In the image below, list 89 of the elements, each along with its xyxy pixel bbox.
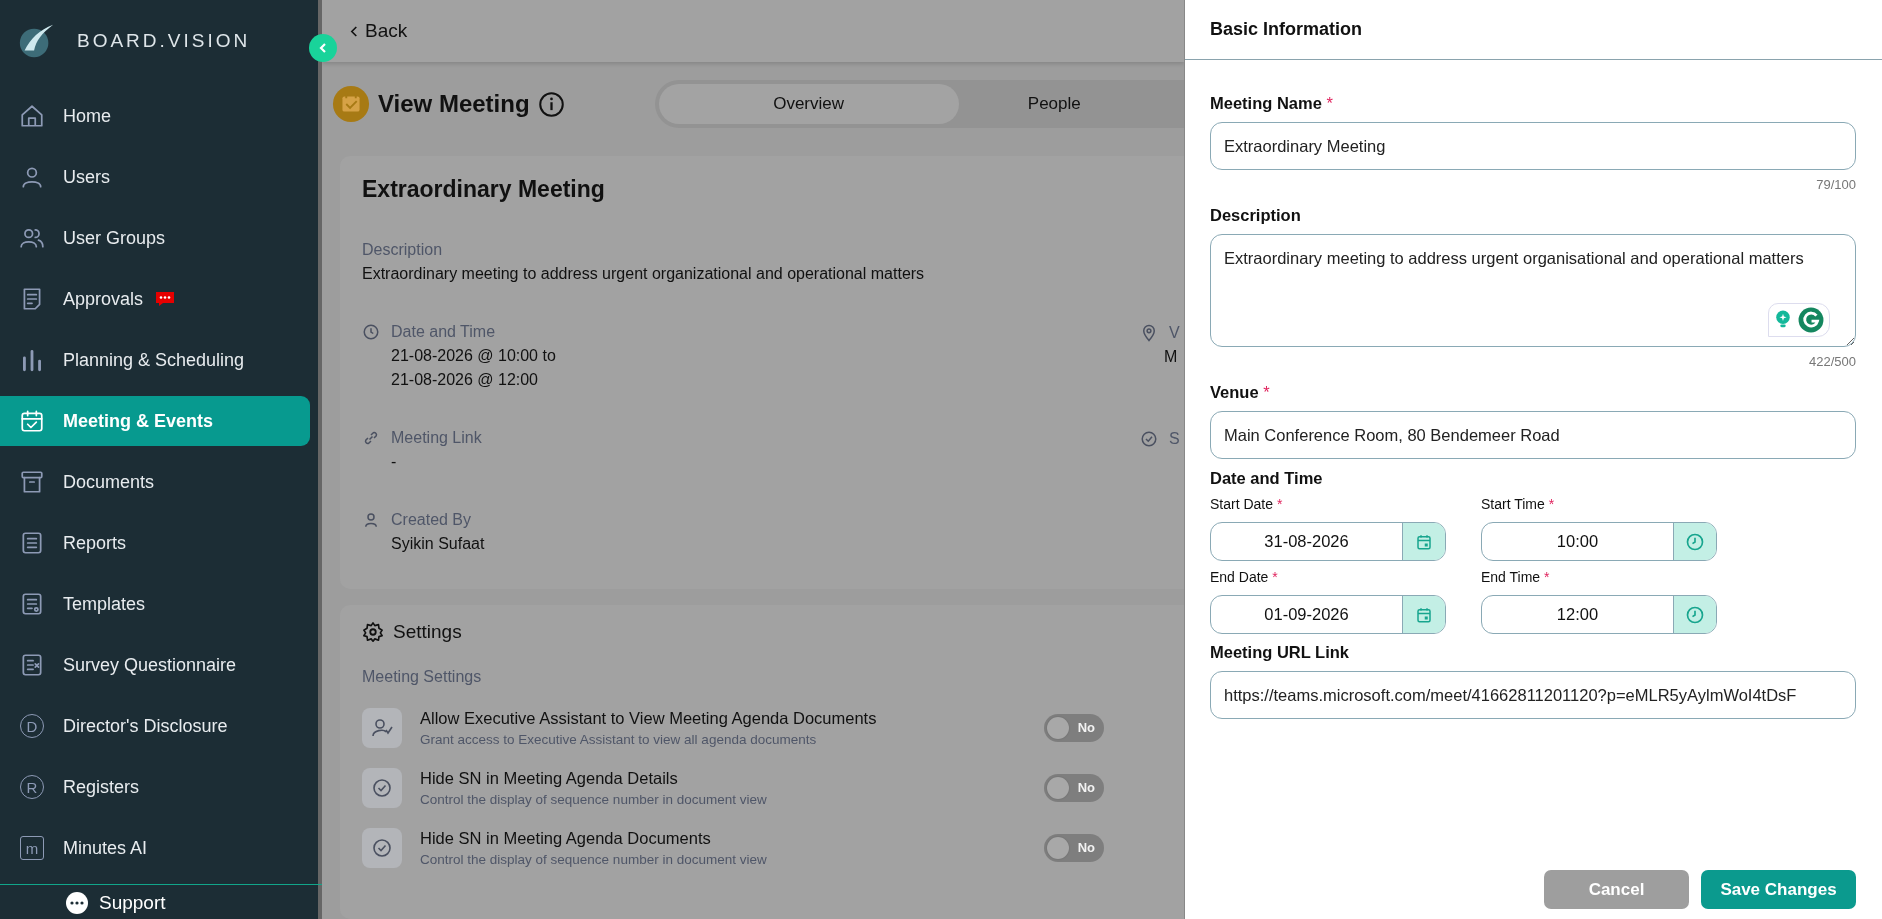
date-time-text: 21-08-2026 @ 10:00 to [390, 347, 557, 365]
panel-title: Basic Information [1210, 19, 1363, 40]
boxed-letter-icon: m [20, 836, 44, 860]
sidebar-item[interactable]: Approvals [0, 274, 310, 324]
field-label: V [1169, 324, 1180, 342]
user-icon [362, 511, 380, 529]
chat-badge-icon [155, 291, 176, 307]
character-counter: 422/500 [1808, 354, 1856, 369]
calendar-badge-icon [332, 85, 370, 123]
sidebar-item[interactable]: D Director's Disclosure [0, 701, 310, 751]
field-label: End Date * [1210, 569, 1279, 585]
setting-description: Control the display of sequence number in document view [420, 792, 768, 807]
setting-title: Hide SN in Meeting Agenda Details [420, 769, 679, 788]
sidebar-item[interactable]: Documents [0, 457, 310, 507]
settings-icon [362, 621, 384, 643]
time-field[interactable]: 10:00 [1481, 522, 1717, 561]
toggle-switch[interactable]: No [1044, 774, 1104, 802]
field-label: Start Time * [1481, 496, 1556, 512]
venue-field[interactable]: Main Conference Room, 80 Bendemeer Road [1210, 411, 1856, 459]
field-label: Start Date * [1210, 496, 1284, 512]
field-label: Description [1210, 206, 1302, 225]
description-text: Extraordinary meeting to address urgent organizational and operational matters [362, 265, 926, 283]
writing-assistant-widget[interactable] [1768, 303, 1830, 337]
section-label: Meeting Settings [362, 668, 483, 686]
letter-g-logo-icon [1798, 307, 1824, 333]
meeting-name-field[interactable]: Extraordinary Meeting [1210, 122, 1856, 170]
setting-title: Hide SN in Meeting Agenda Documents [420, 829, 712, 848]
sidebar-item[interactable]: Users [0, 152, 310, 202]
check-circle-icon [1140, 430, 1158, 448]
field-label: End Time * [1481, 569, 1551, 585]
clock-icon [1685, 531, 1705, 552]
date-field[interactable]: 01-09-2026 [1210, 595, 1446, 634]
date-time-text: 21-08-2026 @ 12:00 [390, 371, 539, 389]
archive-box-icon [19, 469, 45, 495]
field-label: Description [362, 241, 444, 259]
location-pin-icon [1140, 324, 1158, 342]
description-field[interactable]: Extraordinary meeting to address urgent organisational and operational matters [1210, 234, 1856, 347]
sidebar-item[interactable]: m Minutes AI [0, 823, 310, 873]
section-title: Settings [393, 621, 462, 643]
calendar-check-icon [19, 408, 45, 434]
meeting-url-field[interactable]: https://teams.microsoft.com/meet/41662811201120?p=eMLR5yAylmWoI4tDsF [1210, 671, 1856, 719]
field-label: Created By [391, 511, 472, 529]
meeting-title: Extraordinary Meeting [362, 176, 606, 203]
time-field[interactable]: 12:00 [1481, 595, 1717, 634]
clock-icon [1685, 604, 1705, 625]
tab[interactable]: Overview [658, 84, 959, 124]
sidebar-item[interactable]: R Registers [0, 762, 310, 812]
field-label: S [1169, 430, 1180, 448]
brand-name: BOARD.VISION [77, 29, 251, 52]
sidebar-item[interactable]: Planning & Scheduling [0, 335, 310, 385]
date-field[interactable]: 31-08-2026 [1210, 522, 1446, 561]
venue-text: M [1163, 348, 1179, 366]
character-counter: 79/100 [1815, 177, 1856, 192]
user-check-icon [362, 708, 402, 748]
field-label: Meeting Link [391, 429, 482, 447]
field-label: Meeting URL Link [1210, 643, 1351, 662]
clock-icon [362, 323, 380, 341]
sidebar-item[interactable]: Templates [0, 579, 310, 629]
calendar-icon [1415, 532, 1433, 551]
setting-title: Allow Executive Assistant to View Meeting Agenda Documents [420, 709, 878, 728]
tab[interactable]: People [958, 84, 1184, 124]
meeting-link-text: - [390, 453, 398, 471]
list-icon [19, 530, 45, 556]
chevron-left-icon [350, 24, 359, 38]
calendar-icon [1415, 605, 1433, 624]
chevron-left-icon [317, 42, 329, 54]
checklist-icon [19, 652, 45, 678]
page-title: View Meeting [378, 90, 530, 118]
sidebar-item[interactable]: Survey Questionnaire [0, 640, 310, 690]
chat-bubble-icon [65, 891, 89, 915]
back-link[interactable]: Back [350, 20, 408, 42]
group-label: Date and Time [1210, 469, 1324, 488]
toggle-switch[interactable]: No [1044, 834, 1104, 862]
sidebar-item[interactable]: Home [0, 91, 310, 141]
setting-description: Grant access to Executive Assistant to view all agenda documents [420, 732, 818, 747]
sidebar-item[interactable]: User Groups [0, 213, 310, 263]
field-label: Venue * [1210, 383, 1271, 402]
template-icon [19, 591, 45, 617]
sidebar-item[interactable]: Reports [0, 518, 310, 568]
collapse-sidebar-button[interactable] [309, 34, 337, 62]
home-icon [19, 103, 45, 129]
info-icon[interactable] [537, 90, 565, 118]
created-by-text: Syikin Sufaat [390, 535, 486, 553]
field-label: Date and Time [391, 323, 496, 341]
link-icon [362, 429, 380, 447]
toggle-switch[interactable]: No [1044, 714, 1104, 742]
field-label: Meeting Name * [1210, 94, 1334, 113]
support-button[interactable]: Support [65, 891, 166, 915]
setting-description: Control the display of sequence number in document view [420, 852, 768, 867]
